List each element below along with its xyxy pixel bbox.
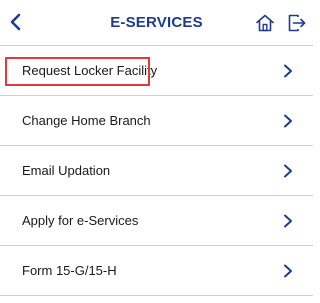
menu-item-label: Change Home Branch: [22, 113, 151, 128]
logout-icon: [288, 14, 306, 32]
menu-item-change-home-branch[interactable]: Change Home Branch: [0, 96, 313, 146]
chevron-right-icon: [284, 114, 292, 128]
e-services-menu: Request Locker Facility Change Home Bran…: [0, 46, 313, 296]
menu-item-label: Email Updation: [22, 163, 111, 178]
home-button[interactable]: [253, 11, 277, 35]
menu-item-label: Request Locker Facility: [22, 63, 158, 78]
menu-item-form-15g-15h[interactable]: Form 15-G/15-H: [0, 246, 313, 296]
chevron-left-icon: [10, 13, 21, 31]
menu-item-label: Form 15-G/15-H: [22, 263, 117, 278]
menu-item-email-updation[interactable]: Email Updation: [0, 146, 313, 196]
menu-item-request-locker-facility[interactable]: Request Locker Facility: [0, 46, 313, 96]
e-services-screen: E-SERVICES Request Locker Facility Chang…: [0, 0, 313, 303]
chevron-right-icon: [284, 64, 292, 78]
chevron-right-icon: [284, 164, 292, 178]
app-header: E-SERVICES: [0, 0, 313, 46]
back-button[interactable]: [4, 10, 26, 34]
home-icon: [256, 14, 274, 32]
logout-button[interactable]: [285, 11, 309, 35]
menu-item-apply-for-e-services[interactable]: Apply for e-Services: [0, 196, 313, 246]
menu-item-label: Apply for e-Services: [22, 213, 139, 228]
chevron-right-icon: [284, 264, 292, 278]
page-title: E-SERVICES: [110, 14, 203, 31]
chevron-right-icon: [284, 214, 292, 228]
